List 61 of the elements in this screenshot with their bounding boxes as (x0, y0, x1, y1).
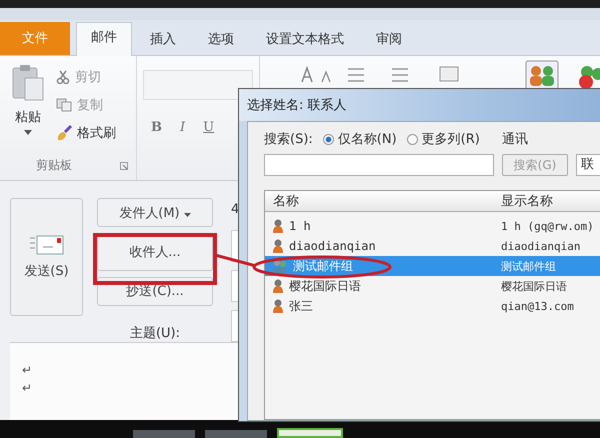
radio-button[interactable] (406, 134, 418, 144)
contact-row[interactable]: 张三 qian@13.com (265, 296, 600, 316)
name-cell: 测试邮件组 (293, 258, 353, 274)
name-cell: diaodianqian (289, 239, 376, 253)
ribbon-tab[interactable]: 邮件 (76, 22, 132, 56)
display-name-cell-text: diaodianqian (500, 240, 580, 252)
taskbar-thumbnail[interactable] (133, 430, 195, 438)
underline-button[interactable]: U (203, 120, 214, 135)
search-field[interactable] (264, 154, 494, 176)
group-label: 剪贴板 (36, 157, 72, 174)
leader-line (214, 254, 256, 268)
ribbon-tab[interactable]: 插入 (136, 25, 190, 55)
paragraph-mark: ↵ (22, 381, 34, 395)
contacts-icon[interactable] (525, 60, 559, 90)
italic-button[interactable]: I (180, 120, 186, 135)
brush-icon (56, 125, 72, 141)
name-cell: 樱花国际日语 (289, 278, 361, 294)
format-painter-button[interactable]: 格式刷 (77, 124, 116, 142)
taskbar-thumbnail[interactable] (277, 428, 343, 438)
send-button[interactable]: 发送(S) (10, 198, 83, 316)
launcher-icon[interactable] (120, 162, 128, 170)
contact-row[interactable]: 1 h 1 h (gq@rw.om) (265, 216, 600, 236)
envelope-icon (30, 234, 64, 256)
ribbon-tab[interactable]: 审阅 (362, 25, 416, 55)
paragraph-mark: ↵ (22, 363, 34, 377)
person-icon (273, 299, 283, 313)
paste-button[interactable]: 粘贴 (15, 108, 41, 126)
radio-button[interactable] (322, 134, 334, 144)
column-header[interactable]: 显示名称 (497, 192, 553, 210)
display-name-cell-text: 1 h (gq@rw.om) (500, 220, 594, 232)
from-text: 4 (231, 201, 240, 219)
contact-row[interactable]: diaodianqian diaodianqian (265, 236, 600, 256)
taskbar-thumbnail[interactable] (205, 430, 267, 438)
group-icon (273, 259, 287, 273)
from-button[interactable]: 发件人(M) (97, 198, 213, 228)
name-cell: 1 h (289, 219, 311, 233)
display-name-cell-text: qian@13.com (500, 300, 574, 312)
dialog-title: 选择姓名: 联系人 (247, 97, 347, 114)
name-cell: 张三 (289, 298, 313, 314)
radio-label[interactable]: 更多列(R) (422, 130, 480, 148)
display-name-cell-text: 樱花国际日语 (500, 278, 567, 294)
caret-icon[interactable] (24, 130, 32, 135)
caret-icon (184, 212, 191, 216)
copy-icon (56, 98, 72, 112)
address-book-dropdown[interactable]: 联 (576, 154, 600, 176)
ribbon-tab[interactable]: 选项 (194, 25, 248, 55)
ribbon-tab[interactable]: 设置文本格式 (252, 25, 358, 55)
person-icon (273, 219, 283, 233)
search-label: 搜索(S): (264, 131, 313, 148)
font-name-field[interactable] (143, 70, 253, 100)
clipboard-icon (11, 64, 45, 102)
scissors-icon (56, 70, 70, 84)
contact-row[interactable]: 樱花国际日语 樱花国际日语 (265, 276, 600, 296)
column-header[interactable]: 名称 (265, 192, 497, 210)
bold-button[interactable]: B (151, 120, 162, 135)
person-icon (273, 239, 283, 253)
subject-label: 主题(U): (128, 324, 182, 342)
person-icon (273, 279, 283, 293)
address-book-label: 通讯 (502, 131, 528, 148)
radio-label[interactable]: 仅名称(N) (338, 130, 397, 148)
display-name-cell-text: 测试邮件组 (500, 258, 556, 274)
